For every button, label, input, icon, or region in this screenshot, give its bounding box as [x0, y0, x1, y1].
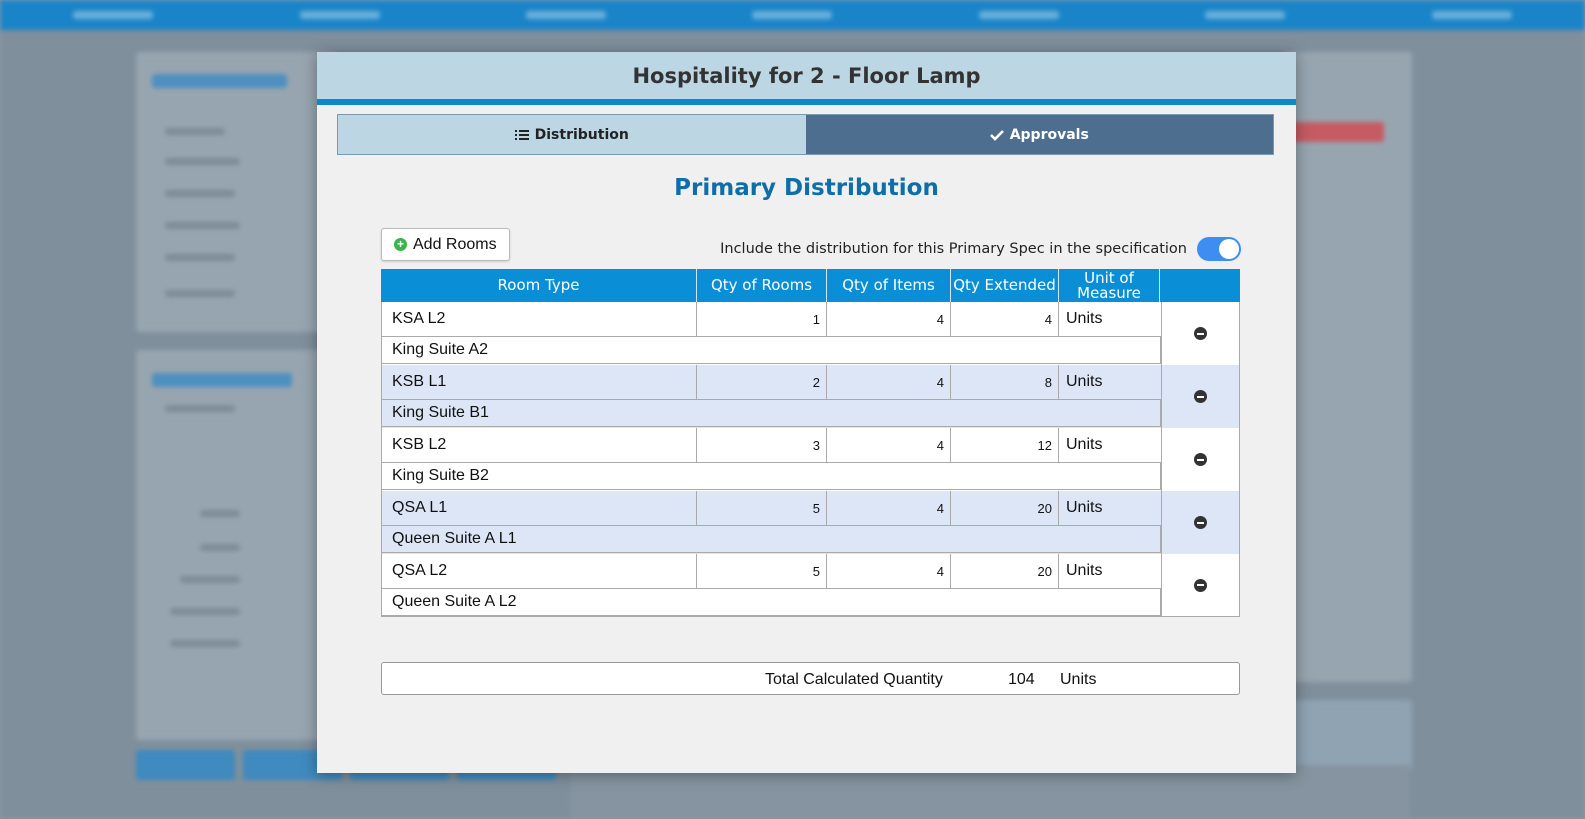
qty-items-field[interactable]: 4: [827, 365, 951, 399]
remove-row-icon[interactable]: [1194, 390, 1207, 403]
column-header-unit-of-measure: Unit of Measure: [1059, 269, 1160, 302]
section-title: Primary Distribution: [674, 175, 939, 201]
table-row: KSB L1 2 4 8 Units King Suite B1: [381, 365, 1240, 428]
check-icon: [989, 129, 1004, 141]
total-quantity-unit: Units: [1060, 671, 1097, 688]
qty-extended-value: 20: [951, 491, 1059, 525]
qty-items-field[interactable]: 4: [827, 491, 951, 525]
room-name-field[interactable]: King Suite B1: [382, 400, 1161, 427]
distribution-modal: Hospitality for 2 - Floor Lamp Distribut…: [317, 52, 1296, 773]
column-header-qty-rooms: Qty of Rooms: [697, 269, 827, 302]
qty-rooms-field[interactable]: 5: [697, 491, 827, 525]
room-name-field[interactable]: Queen Suite A L2: [382, 589, 1161, 616]
qty-items-field[interactable]: 4: [827, 428, 951, 462]
add-rooms-button[interactable]: + Add Rooms: [381, 228, 510, 261]
qty-extended-value: 4: [951, 302, 1059, 336]
room-name-field[interactable]: King Suite A2: [382, 337, 1161, 364]
background-heading: [152, 74, 287, 88]
column-header-room-type: Room Type: [381, 269, 697, 302]
room-code-field[interactable]: KSB L1: [382, 365, 697, 399]
modal-title: Hospitality for 2 - Floor Lamp: [632, 63, 981, 88]
total-quantity-label: Total Calculated Quantity: [765, 671, 943, 688]
room-name-field[interactable]: King Suite B2: [382, 463, 1161, 490]
table-row: KSA L2 1 4 4 Units King Suite A2: [381, 302, 1240, 365]
qty-extended-value: 12: [951, 428, 1059, 462]
tab-distribution-label: Distribution: [534, 126, 629, 143]
tab-approvals-label: Approvals: [1009, 126, 1089, 143]
add-rooms-label: Add Rooms: [413, 235, 497, 253]
background-order-panel: [1282, 52, 1412, 682]
qty-rooms-field[interactable]: 3: [697, 428, 827, 462]
room-code-field[interactable]: QSA L2: [382, 554, 697, 588]
unit-of-measure-value: Units: [1066, 436, 1103, 453]
qty-rooms-field[interactable]: 2: [697, 365, 827, 399]
column-header-actions: [1160, 269, 1240, 302]
list-icon: [514, 129, 529, 141]
qty-rooms-field[interactable]: 1: [697, 302, 827, 336]
total-quantity-value: 104: [1008, 671, 1035, 688]
unit-of-measure-value: Units: [1066, 310, 1103, 327]
remove-row-icon[interactable]: [1194, 516, 1207, 529]
table-row: KSB L2 3 4 12 Units King Suite B2: [381, 428, 1240, 491]
room-code-field[interactable]: QSA L1: [382, 491, 697, 525]
modal-header: Hospitality for 2 - Floor Lamp: [317, 52, 1296, 105]
tab-approvals[interactable]: Approvals: [805, 115, 1273, 154]
table-header: Room Type Qty of Rooms Qty of Items Qty …: [381, 269, 1240, 302]
modal-tabs: Distribution Approvals: [337, 114, 1274, 155]
remove-row-icon[interactable]: [1194, 578, 1207, 592]
distribution-table: Room Type Qty of Rooms Qty of Items Qty …: [381, 269, 1240, 617]
table-row: QSA L1 5 4 20 Units Queen Suite A L1: [381, 491, 1240, 554]
room-code-field[interactable]: KSB L2: [382, 428, 697, 462]
background-top-nav: [0, 0, 1585, 30]
qty-extended-value: 8: [951, 365, 1059, 399]
room-name-field[interactable]: Queen Suite A L1: [382, 526, 1161, 553]
qty-extended-value: 20: [951, 554, 1059, 588]
column-header-qty-extended: Qty Extended: [951, 269, 1059, 302]
qty-rooms-field[interactable]: 5: [697, 554, 827, 588]
unit-of-measure-value: Units: [1066, 499, 1103, 516]
remove-row-icon[interactable]: [1194, 453, 1207, 466]
include-distribution-row: Include the distribution for this Primar…: [720, 237, 1241, 261]
unit-of-measure-value: Units: [1066, 562, 1103, 579]
room-code-field[interactable]: KSA L2: [382, 302, 697, 336]
include-distribution-label: Include the distribution for this Primar…: [720, 241, 1187, 257]
qty-items-field[interactable]: 4: [827, 302, 951, 336]
qty-items-field[interactable]: 4: [827, 554, 951, 588]
column-header-qty-items: Qty of Items: [827, 269, 951, 302]
unit-of-measure-value: Units: [1066, 373, 1103, 390]
include-distribution-toggle[interactable]: [1197, 237, 1241, 261]
table-row: QSA L2 5 4 20 Units Queen Suite A L2: [381, 554, 1240, 617]
plus-circle-icon: +: [394, 238, 407, 251]
total-quantity-box: Total Calculated Quantity 104 Units: [381, 662, 1240, 695]
tab-distribution[interactable]: Distribution: [338, 115, 806, 154]
remove-row-icon[interactable]: [1194, 327, 1207, 340]
